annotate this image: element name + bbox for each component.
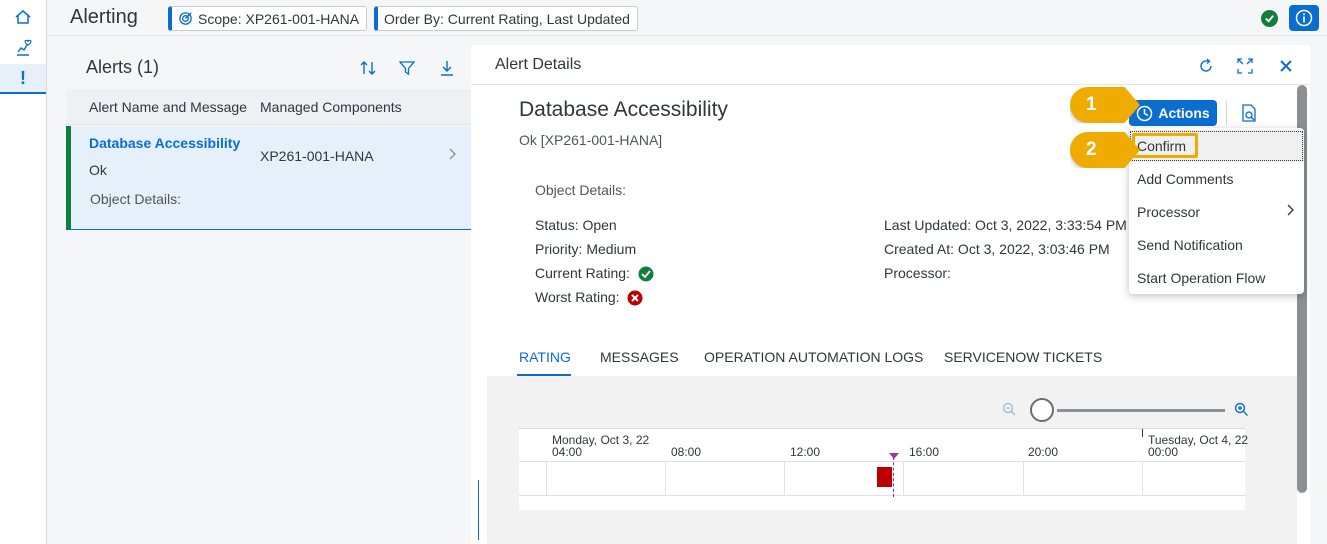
column-header-alert-name[interactable]: Alert Name and Message bbox=[89, 99, 247, 115]
rating-timeline: Monday, Oct 3, 22 04:00 08:00 12:00 16:0… bbox=[519, 428, 1248, 510]
alerts-icon[interactable]: ! bbox=[0, 64, 46, 94]
worst-rating-field: Worst Rating: bbox=[535, 289, 643, 306]
close-icon[interactable] bbox=[1275, 55, 1297, 77]
alert-object-subtitle: Ok [XP261-001-HANA] bbox=[519, 132, 663, 148]
alerts-list-panel: Alerts (1) Alert Name and Message Manage… bbox=[66, 45, 471, 544]
details-tabbar: RATING MESSAGES OPERATION AUTOMATION LOG… bbox=[471, 341, 1297, 381]
chevron-right-icon bbox=[448, 147, 456, 163]
alert-details-header: Alert Details bbox=[471, 45, 1310, 85]
current-rating-label: Current Rating: bbox=[535, 265, 630, 281]
step-number: 2 bbox=[1086, 139, 1097, 160]
day-divider bbox=[1142, 429, 1143, 437]
timeline-gridline bbox=[903, 461, 904, 495]
order-by-chip[interactable]: Order By: Current Rating, Last Updated bbox=[374, 6, 638, 31]
current-time-line bbox=[893, 457, 894, 497]
created-at-field: Created At: Oct 3, 2022, 3:03:46 PM bbox=[884, 241, 1110, 257]
timeline-gridline bbox=[1023, 461, 1024, 495]
alert-object-title: Database Accessibility bbox=[519, 98, 728, 121]
timeline-gridline bbox=[784, 461, 785, 495]
timeline-gridline bbox=[665, 461, 666, 495]
tab-servicenow-tickets[interactable]: SERVICENOW TICKETS bbox=[944, 349, 1102, 365]
current-time-marker bbox=[889, 453, 899, 459]
table-row[interactable]: Database Accessibility Ok Object Details… bbox=[66, 126, 471, 230]
object-details-label: Object Details: bbox=[535, 182, 627, 198]
fullscreen-icon[interactable] bbox=[1234, 55, 1256, 77]
alert-object-details: Object Details: bbox=[90, 191, 182, 207]
menu-item-processor[interactable]: Processor bbox=[1129, 196, 1304, 228]
step-number: 1 bbox=[1086, 94, 1097, 115]
toolbar-separator bbox=[1226, 101, 1227, 125]
refresh-icon[interactable] bbox=[1195, 55, 1217, 77]
timeline-gridline bbox=[519, 495, 1245, 496]
positive-rating-icon bbox=[638, 266, 654, 282]
alerts-list-title: Alerts (1) bbox=[86, 57, 160, 77]
error-rating-icon bbox=[627, 290, 643, 306]
processor-field: Processor: bbox=[884, 265, 951, 281]
system-ok-icon bbox=[1261, 10, 1278, 27]
page-title: Alerting bbox=[70, 6, 138, 28]
confirm-highlight bbox=[1132, 133, 1198, 158]
side-navigation: ! bbox=[0, 0, 47, 544]
alert-status: Ok bbox=[89, 162, 107, 178]
rating-bar-critical[interactable] bbox=[877, 467, 892, 487]
timeline-tick: 08:00 bbox=[671, 445, 702, 459]
timeline-tick: 20:00 bbox=[1028, 445, 1059, 459]
status-field: Status: Open bbox=[535, 217, 617, 233]
alerts-table-header: Alert Name and Message Managed Component… bbox=[66, 89, 471, 125]
splitter-handle[interactable] bbox=[478, 480, 479, 540]
alerts-icon-glyph: ! bbox=[20, 67, 26, 88]
actions-button[interactable]: Actions bbox=[1129, 100, 1217, 126]
zoom-in-icon[interactable] bbox=[1232, 400, 1250, 418]
chevron-right-icon bbox=[1286, 204, 1294, 219]
managed-component: XP261-001-HANA bbox=[260, 148, 374, 164]
menu-item-label: Processor bbox=[1137, 204, 1201, 220]
worst-rating-label: Worst Rating: bbox=[535, 289, 620, 305]
timeline-tick: 04:00 bbox=[552, 445, 583, 459]
report-icon[interactable] bbox=[1239, 103, 1259, 123]
timeline-tick: 00:00 bbox=[1148, 445, 1179, 459]
sort-icon[interactable] bbox=[357, 57, 379, 79]
timeline-gridline bbox=[1142, 461, 1143, 495]
column-header-managed-components[interactable]: Managed Components bbox=[260, 99, 402, 115]
order-by-chip-label: Order By: Current Rating, Last Updated bbox=[384, 10, 630, 27]
action-icon bbox=[1137, 105, 1153, 121]
page-header: Alerting Scope: XP261-001-HANA Order By:… bbox=[47, 0, 1327, 36]
last-updated-field: Last Updated: Oct 3, 2022, 3:33:54 PM bbox=[884, 217, 1127, 233]
health-monitoring-icon[interactable] bbox=[0, 33, 46, 63]
alert-details-title: Alert Details bbox=[495, 56, 582, 73]
zoom-slider-track[interactable] bbox=[1057, 409, 1225, 412]
timeline-gridline bbox=[546, 461, 547, 495]
menu-item-label: Start Operation Flow bbox=[1137, 270, 1266, 286]
actions-button-label: Actions bbox=[1158, 105, 1210, 121]
target-icon bbox=[179, 12, 192, 25]
info-button[interactable] bbox=[1289, 5, 1319, 31]
menu-item-label: Send Notification bbox=[1137, 237, 1243, 253]
timeline-gridline bbox=[519, 461, 1245, 462]
alert-name[interactable]: Database Accessibility bbox=[89, 135, 240, 151]
timeline-tick: 12:00 bbox=[790, 445, 821, 459]
rating-chart-area: Monday, Oct 3, 22 04:00 08:00 12:00 16:0… bbox=[487, 376, 1297, 544]
info-icon bbox=[1295, 9, 1313, 27]
menu-item-add-comments[interactable]: Add Comments bbox=[1129, 163, 1304, 195]
menu-item-start-operation-flow[interactable]: Start Operation Flow bbox=[1129, 262, 1304, 294]
zoom-out-icon[interactable] bbox=[1000, 400, 1018, 418]
current-rating-field: Current Rating: bbox=[535, 265, 654, 282]
zoom-slider-handle[interactable] bbox=[1030, 398, 1054, 422]
home-icon[interactable] bbox=[0, 2, 46, 32]
menu-item-label: Add Comments bbox=[1137, 171, 1234, 187]
tab-rating[interactable]: RATING bbox=[519, 349, 571, 365]
priority-field: Priority: Medium bbox=[535, 241, 637, 257]
filter-icon[interactable] bbox=[396, 57, 418, 79]
tab-messages[interactable]: MESSAGES bbox=[600, 349, 679, 365]
scope-chip[interactable]: Scope: XP261-001-HANA bbox=[168, 6, 368, 31]
timeline-tick: 16:00 bbox=[909, 445, 940, 459]
tab-operation-automation-logs[interactable]: OPERATION AUTOMATION LOGS bbox=[704, 349, 923, 365]
menu-item-send-notification[interactable]: Send Notification bbox=[1129, 229, 1304, 261]
scope-chip-label: Scope: XP261-001-HANA bbox=[198, 10, 360, 27]
download-icon[interactable] bbox=[436, 57, 458, 79]
